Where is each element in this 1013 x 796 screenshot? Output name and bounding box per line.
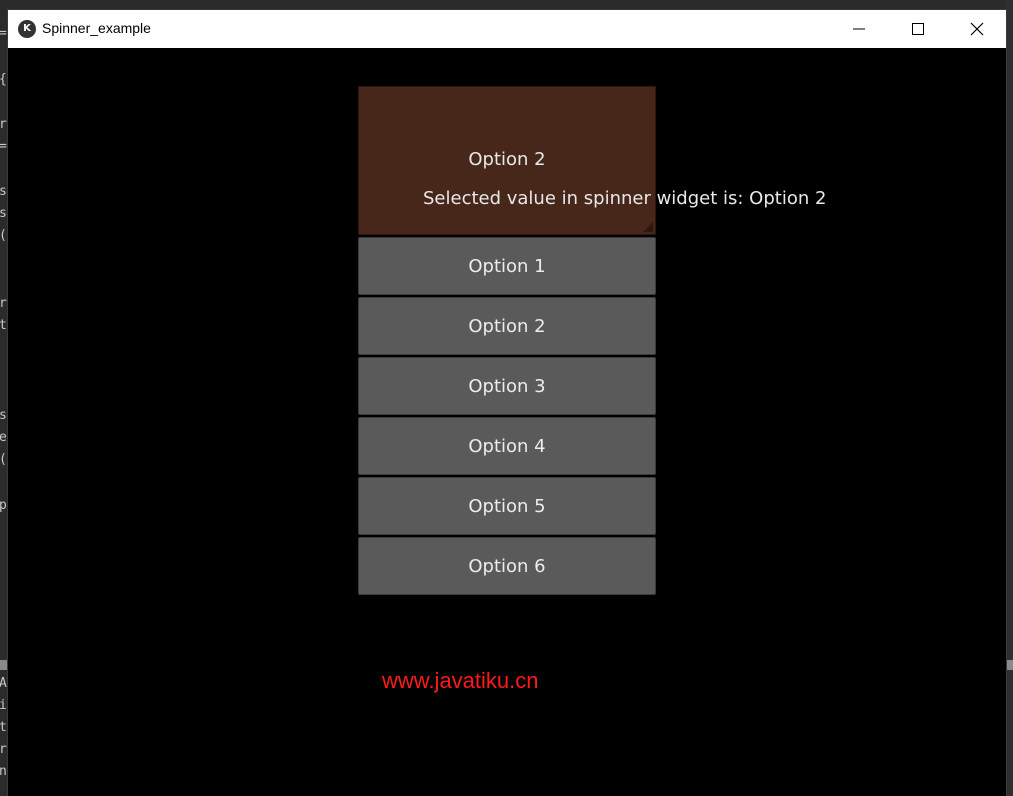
background-top-strip (0, 0, 1013, 10)
maximize-button[interactable] (889, 10, 947, 48)
option-label: Option 1 (468, 256, 546, 277)
editor-char: r (0, 742, 7, 757)
editor-char: s (0, 184, 7, 199)
dropdown-option-5[interactable]: Option 5 (358, 477, 656, 535)
close-icon (970, 22, 984, 36)
dropdown-option-1[interactable]: Option 1 (358, 237, 656, 295)
editor-char: e (0, 430, 7, 445)
editor-char: = (0, 139, 7, 154)
watermark: www.javatiku.cn (382, 668, 539, 693)
editor-scrollbar[interactable] (0, 660, 8, 670)
dropdown-option-4[interactable]: Option 4 (358, 417, 656, 475)
editor-char: i (0, 698, 7, 713)
window-title: Spinner_example (42, 20, 151, 36)
right-scrollbar[interactable] (1006, 660, 1013, 670)
close-button[interactable] (948, 10, 1006, 48)
maximize-icon (912, 23, 924, 35)
editor-char: ( (0, 228, 7, 243)
editor-char: r (0, 296, 7, 311)
editor-char: s (0, 408, 7, 423)
spinner-arrow-icon (643, 222, 653, 232)
app-content: Option 2 Option 1 Option 2 Option 3 Opti… (8, 48, 1006, 796)
kivy-app-icon: K (18, 20, 36, 38)
option-label: Option 4 (468, 436, 546, 457)
minimize-icon (853, 28, 865, 30)
editor-char: ( (0, 452, 7, 467)
editor-char: t (0, 318, 7, 333)
option-label: Option 5 (468, 496, 546, 517)
app-window: K Spinner_example Option 2 Option 1 Opti… (8, 10, 1006, 796)
dropdown-option-6[interactable]: Option 6 (358, 537, 656, 595)
editor-char: p (0, 498, 7, 513)
editor-char: n (0, 764, 7, 779)
dropdown-option-2[interactable]: Option 2 (358, 297, 656, 355)
option-label: Option 6 (468, 556, 546, 577)
background-editor: = { r = s s ( r t s e ( p A i t r n (0, 0, 8, 796)
editor-char: = (0, 26, 7, 41)
spinner-text: Option 2 (468, 149, 546, 170)
option-label: Option 2 (468, 316, 546, 337)
dropdown-option-3[interactable]: Option 3 (358, 357, 656, 415)
editor-char: A (0, 676, 7, 691)
editor-char: s (0, 206, 7, 221)
editor-char: r (0, 117, 7, 132)
editor-char: { (0, 72, 7, 87)
editor-char: t (0, 720, 7, 735)
option-label: Option 3 (468, 376, 546, 397)
spinner[interactable]: Option 2 (358, 86, 656, 235)
minimize-button[interactable] (830, 10, 888, 48)
background-right-strip (1006, 0, 1013, 796)
selected-value-label: Selected value in spinner widget is: Opt… (423, 188, 827, 209)
title-bar[interactable]: K Spinner_example (8, 10, 1006, 48)
